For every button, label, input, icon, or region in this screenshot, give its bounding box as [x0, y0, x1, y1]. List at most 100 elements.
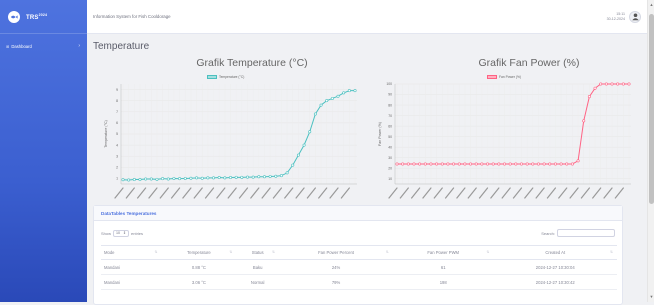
data-point [610, 82, 614, 86]
x-tick-label [456, 187, 466, 199]
search-input[interactable] [557, 229, 615, 237]
sort-icon[interactable]: ⇅ [229, 250, 232, 254]
data-point [229, 176, 233, 180]
column-header-label: Fan Power Percent [318, 250, 354, 255]
sidebar-item-label: Dashboard [11, 43, 32, 49]
sort-icon[interactable]: ⇅ [155, 250, 158, 254]
scroll-up-icon[interactable]: ▲ [649, 2, 654, 7]
datatable-card: DataTables Temperatures Show 10 ⇕ entrie… [93, 205, 623, 305]
data-point [599, 82, 603, 86]
y-tick-label: 1 [116, 177, 118, 181]
data-point [200, 176, 204, 180]
data-point [446, 162, 450, 166]
column-header[interactable]: Mode ⇅ [101, 245, 162, 260]
entries-label: entries [131, 230, 144, 236]
data-point [330, 96, 334, 100]
sort-icon[interactable]: ⇅ [487, 250, 490, 254]
data-point [268, 174, 272, 178]
data-point [240, 175, 244, 179]
show-label: Show [101, 230, 112, 236]
table-row[interactable]: Mandani 3.06 °C Normal 79% 198 2024-12-27 10:… [101, 274, 617, 290]
data-point [234, 175, 238, 179]
sort-icon[interactable]: ⇅ [272, 250, 275, 254]
x-tick-label [329, 187, 339, 199]
show-entries-control: Show 10 ⇕ entries [101, 229, 144, 237]
data-point [172, 176, 176, 180]
x-tick-label [204, 187, 215, 199]
scrollbar-thumb[interactable] [649, 14, 654, 204]
data-point [435, 162, 439, 166]
data-point [525, 162, 529, 166]
data-point [469, 162, 473, 166]
x-tick-label [501, 187, 511, 199]
x-tick-label [478, 187, 489, 199]
sort-icon[interactable]: ⇅ [386, 250, 389, 254]
data-point [616, 82, 620, 86]
user-avatar[interactable] [629, 10, 641, 23]
data-point [491, 162, 495, 166]
x-tick-label [137, 187, 147, 199]
entries-select[interactable]: 10 ⇕ [113, 229, 130, 237]
card-title: DataTables Temperatures [94, 206, 622, 221]
data-point [262, 175, 266, 179]
data-point [257, 175, 261, 179]
column-header-label: Fan Power PWM [427, 250, 460, 255]
x-tick-label [216, 187, 226, 199]
data-point [463, 162, 467, 166]
y-tick-label: 20 [388, 166, 392, 170]
y-tick-label: 6 [116, 121, 118, 125]
table-row[interactable]: Mandani 0.88 °C Baku 24% 61 2024-12-27 10:30:… [101, 259, 617, 275]
x-tick-label [340, 187, 350, 199]
entries-value: 10 [116, 231, 121, 235]
data-point [593, 86, 597, 90]
sort-icon[interactable]: ⇅ [610, 250, 613, 254]
y-tick-label: 60 [388, 124, 392, 128]
data-point [514, 162, 518, 166]
data-point [155, 177, 159, 181]
brand[interactable]: TRS2024 [0, 0, 87, 34]
y-tick-label: 3 [116, 154, 118, 158]
data-point [576, 159, 580, 163]
column-header[interactable]: Fan Power PWM ⇅ [392, 245, 494, 260]
table-cell: Mandani [101, 259, 162, 275]
data-point [401, 162, 405, 166]
brand-name: TRS2024 [26, 12, 48, 21]
x-tick-label [261, 187, 271, 199]
data-point [274, 174, 278, 178]
data-point [474, 162, 478, 166]
data-point [406, 162, 410, 166]
data-point [189, 176, 193, 180]
table-cell: 198 [392, 274, 494, 290]
data-point [423, 162, 427, 166]
data-point [548, 162, 552, 166]
sidebar-item-dashboard[interactable]: ⊞ Dashboard › [0, 38, 87, 54]
data-point [480, 162, 484, 166]
data-point [587, 95, 591, 99]
table-cell: 79% [279, 274, 393, 290]
scrollbar[interactable]: ▲ ▼ [647, 0, 654, 302]
y-axis-title: Temperature (°C) [104, 120, 108, 148]
x-tick-label [433, 187, 443, 199]
data-point [497, 162, 501, 166]
data-point [212, 176, 216, 180]
data-point [440, 162, 444, 166]
column-header[interactable]: Fan Power Percent ⇅ [279, 245, 393, 260]
column-header[interactable]: Status ⇅ [236, 245, 280, 260]
column-header[interactable]: Created At ⇅ [493, 245, 617, 260]
data-point [486, 162, 490, 166]
data-point [251, 175, 255, 179]
data-point [553, 162, 557, 166]
scroll-down-icon[interactable]: ▼ [649, 294, 654, 299]
search-label: Search: [541, 230, 555, 236]
select-arrows-icon: ⇕ [123, 231, 127, 235]
y-tick-label: 4 [116, 143, 118, 147]
x-tick-label [444, 187, 455, 199]
x-tick-label [467, 187, 477, 199]
x-tick-label [272, 187, 283, 199]
column-header[interactable]: Temperature ⇅ [161, 245, 237, 260]
data-point [285, 171, 289, 175]
data-point [429, 162, 433, 166]
x-tick-label [399, 187, 409, 199]
chevron-right-icon: › [78, 43, 80, 49]
x-tick-label [490, 187, 500, 199]
